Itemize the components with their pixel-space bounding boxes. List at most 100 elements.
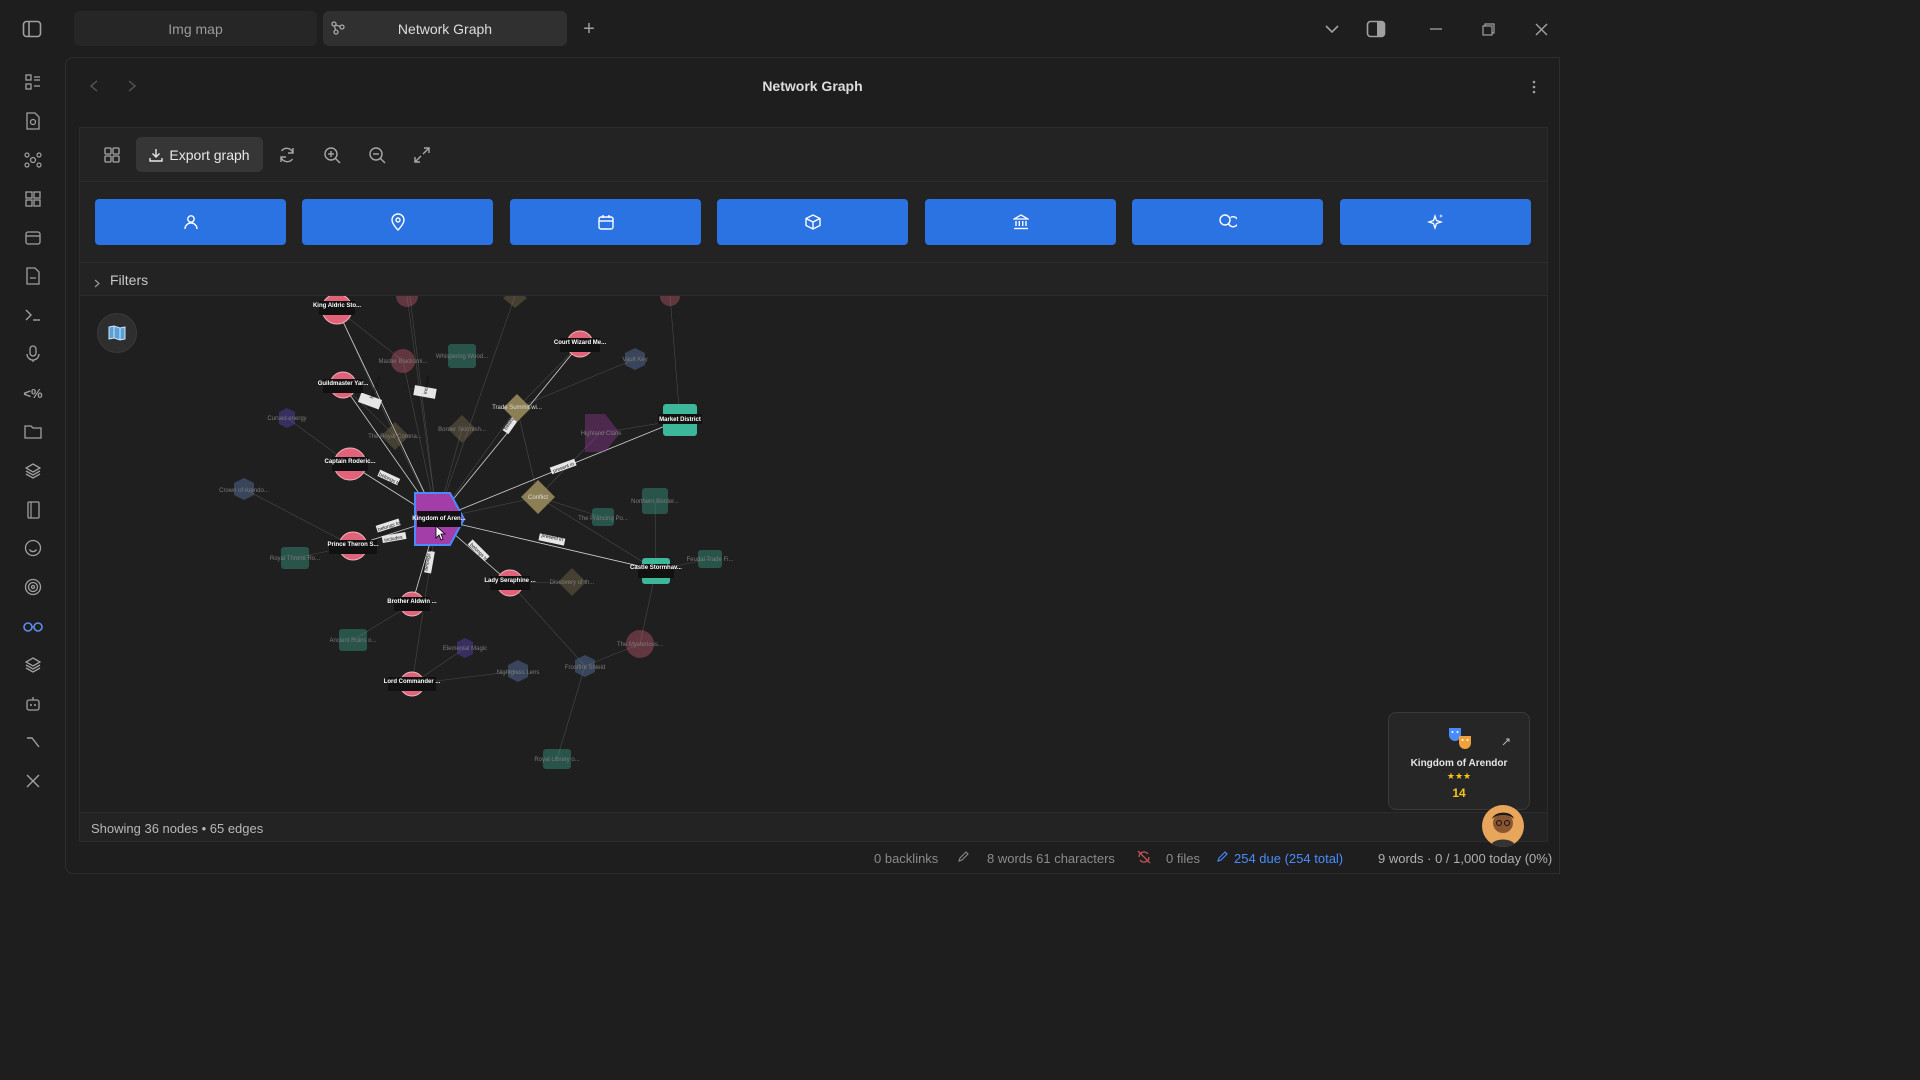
backlinks-count[interactable]: 0 backlinks (874, 851, 938, 866)
node-label: The Prancing Po... (578, 516, 628, 522)
right-sidebar-toggle-icon[interactable] (1364, 17, 1388, 41)
filter-characters-button[interactable] (95, 199, 286, 245)
title-bar: Img map Network Graph + (0, 0, 1568, 57)
node-label: Nightglass Lens (497, 670, 540, 676)
chevron-down-icon[interactable] (1322, 20, 1342, 38)
node-label: Kingdom of Aren... (412, 516, 466, 522)
node-label: Whispering Wood... (436, 354, 489, 360)
filter-items-button[interactable] (717, 199, 908, 245)
cube-icon (804, 214, 821, 230)
pencil-icon (957, 850, 970, 866)
terminal-icon[interactable] (20, 302, 46, 328)
theater-masks-icon (1447, 725, 1473, 756)
export-graph-button[interactable]: Export graph (136, 137, 263, 172)
folder-settings-icon[interactable] (20, 419, 46, 445)
graph-canvas[interactable]: belongs to includes belongs to belongs t… (80, 296, 1547, 812)
node-label: Feudal Trade Fi... (686, 557, 733, 563)
expand-card-icon[interactable] (1502, 733, 1510, 751)
export-label: Export graph (169, 146, 250, 163)
calendar-icon[interactable] (20, 224, 46, 250)
edge-label: belongs to (369, 376, 383, 400)
word-char-count: 8 words 61 characters (987, 851, 1115, 866)
files-count: 0 files (1166, 851, 1200, 866)
daily-word-goal: 9 words · 0 / 1,000 today (0%) (1378, 851, 1553, 866)
branch-icon[interactable] (20, 729, 46, 755)
notebook-icon[interactable] (20, 497, 46, 523)
restore-window-icon[interactable] (1478, 19, 1498, 39)
file-search-icon[interactable] (20, 108, 46, 134)
node-label: Lord Commander ... (384, 679, 441, 685)
calendar-icon (597, 215, 614, 230)
status-bar: 0 backlinks 8 words 61 characters 0 file… (0, 848, 1568, 870)
list-icon[interactable] (20, 69, 46, 95)
node-label: Highland Clans (581, 431, 622, 437)
node-label: Border Skirmish... (438, 427, 486, 433)
node-label: Vault Key (622, 357, 647, 363)
graph-stats: Showing 36 nodes • 65 edges (80, 812, 1547, 843)
node-label: Lady Seraphine ... (484, 578, 536, 584)
node-label: Guildmaster Yar... (318, 381, 369, 387)
zoom-out-button[interactable] (360, 137, 394, 172)
edge-label: belongs to (468, 542, 489, 563)
minimize-icon[interactable] (1426, 20, 1446, 38)
stack-icon[interactable] (20, 652, 46, 678)
swords-icon[interactable] (20, 768, 46, 794)
node-label: Royal Library o... (534, 757, 580, 763)
node-label: Discovery of th... (550, 580, 595, 586)
node-event (503, 296, 527, 308)
filter-events-button[interactable] (510, 199, 701, 245)
node-label: Royal Throne Ro... (270, 556, 321, 562)
download-icon (149, 148, 164, 162)
refresh-button[interactable] (270, 137, 304, 172)
entity-summary-card[interactable]: Kingdom of Arendor ★★★ 14 (1388, 712, 1530, 810)
node-label: King Aldric Sto... (313, 303, 361, 309)
new-tab-plus-icon[interactable]: + (578, 18, 600, 40)
grid-icon[interactable] (20, 186, 46, 212)
avatar[interactable] (1482, 805, 1524, 847)
more-options-icon[interactable] (1524, 78, 1544, 96)
microphone-icon[interactable] (20, 341, 46, 367)
card-count: 14 (1452, 786, 1466, 800)
close-window-icon[interactable] (1531, 19, 1551, 39)
filters-label: Filters (110, 272, 149, 288)
filter-economy-button[interactable] (1132, 199, 1323, 245)
tab-network-graph[interactable]: Network Graph (323, 11, 567, 46)
filters-collapsible[interactable]: Filters (80, 262, 1547, 296)
layout-grid-button[interactable] (95, 137, 129, 172)
spiral-icon[interactable] (20, 574, 46, 600)
chevron-right-icon (94, 275, 100, 291)
node-label: Cursed energy (267, 416, 306, 422)
code-percent-icon[interactable]: <% (20, 380, 46, 406)
node-label: The Mysterious... (617, 642, 663, 648)
expand-icon (414, 146, 430, 163)
node-label: Elemental Magic (443, 646, 487, 652)
layers-icon[interactable] (20, 458, 46, 484)
filter-factions-button[interactable] (925, 199, 1116, 245)
left-ribbon: <% (0, 57, 65, 882)
graph-view-icon[interactable] (20, 147, 46, 173)
institution-icon (1012, 214, 1029, 230)
node-character (660, 296, 680, 306)
glasses-icon[interactable] (20, 613, 46, 639)
node-character (396, 296, 418, 307)
filter-concepts-button[interactable] (1340, 199, 1531, 245)
filter-locations-button[interactable] (302, 199, 493, 245)
node-label: Court Wizard Me... (554, 340, 607, 346)
card-stars: ★★★ (1446, 771, 1472, 781)
zoom-out-icon (369, 146, 386, 163)
sync-off-icon[interactable] (1137, 850, 1151, 867)
file-export-icon[interactable] (20, 263, 46, 289)
sidebar-toggle-icon[interactable] (20, 17, 44, 41)
due-count[interactable]: 254 due (254 total) (1234, 851, 1343, 866)
tab-img-map[interactable]: Img map (74, 11, 317, 46)
graph-toolbar: Export graph (80, 128, 1547, 182)
node-label: Prince Theron S... (327, 542, 378, 548)
node-label: Ancient Ruins o... (329, 638, 376, 644)
robot-icon[interactable] (20, 691, 46, 717)
zoom-in-button[interactable] (315, 137, 349, 172)
view-title: Network Graph (762, 78, 863, 94)
fullscreen-button[interactable] (405, 137, 439, 172)
person-icon (183, 215, 198, 230)
node-label: Market District (659, 417, 701, 423)
smiley-icon[interactable] (20, 535, 46, 561)
